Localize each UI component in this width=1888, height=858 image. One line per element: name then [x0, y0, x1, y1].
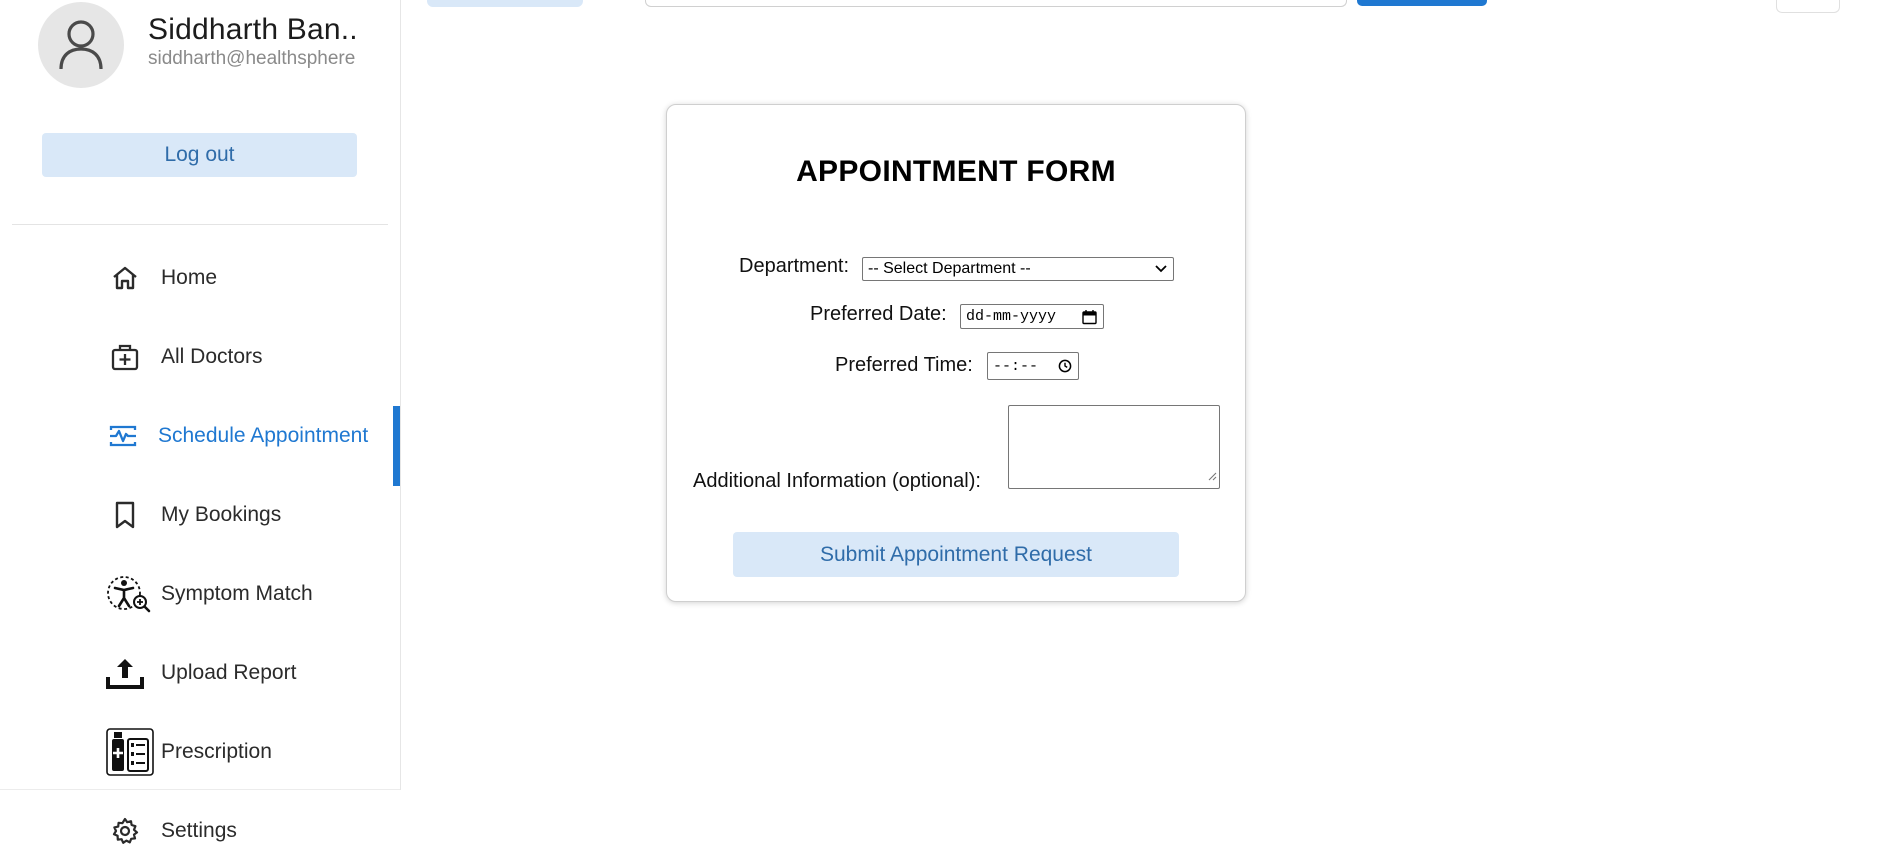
top-nav-button[interactable] — [427, 0, 583, 7]
sidebar-item-symptom-match[interactable]: Symptom Match — [0, 569, 400, 619]
search-button[interactable] — [1357, 0, 1487, 6]
date-placeholder: dd-mm-yyyy — [966, 308, 1057, 325]
sidebar-item-label: Home — [161, 266, 218, 289]
department-select[interactable]: -- Select Department -- — [862, 257, 1174, 281]
home-icon — [105, 258, 145, 298]
top-right-control[interactable] — [1776, 0, 1840, 13]
preferred-time-input[interactable]: --:-- — [987, 352, 1079, 380]
resize-grip-icon[interactable] — [1208, 468, 1217, 486]
sidebar-item-my-bookings[interactable]: My Bookings — [0, 490, 400, 540]
sidebar-item-label: All Doctors — [161, 345, 263, 368]
logout-button[interactable]: Log out — [42, 133, 357, 177]
clock-icon — [1058, 359, 1072, 373]
preferred-date-label: Preferred Date: — [810, 303, 947, 325]
symptom-search-icon — [105, 574, 153, 614]
preferred-date-input[interactable]: dd-mm-yyyy — [960, 304, 1104, 329]
user-name: Siddharth Ban.. — [148, 13, 358, 46]
chevron-down-icon — [1155, 265, 1167, 273]
sidebar-item-label: Settings — [161, 819, 237, 842]
avatar — [38, 2, 124, 88]
bookmark-icon — [105, 495, 145, 535]
sidebar-item-settings[interactable]: Settings — [0, 806, 400, 856]
form-title: APPOINTMENT FORM — [796, 155, 1116, 188]
sidebar-item-upload-report[interactable]: Upload Report — [0, 648, 400, 698]
sidebar-item-all-doctors[interactable]: All Doctors — [0, 332, 400, 382]
sidebar-item-schedule-appointment[interactable]: Schedule Appointment — [0, 406, 400, 486]
calendar-icon — [1082, 309, 1097, 324]
submit-appointment-button[interactable]: Submit Appointment Request — [733, 532, 1179, 577]
sidebar-item-label: Upload Report — [161, 661, 297, 684]
user-profile: Siddharth Ban.. siddharth@healthsphere — [38, 0, 358, 90]
prescription-icon — [105, 727, 155, 777]
time-placeholder: --:-- — [993, 357, 1039, 375]
gear-icon — [105, 811, 145, 851]
sidebar-item-label: My Bookings — [161, 503, 282, 526]
appointment-form-card: APPOINTMENT FORM Department: -- Select D… — [666, 104, 1246, 602]
upload-icon — [105, 653, 145, 693]
sidebar-bottom-divider — [0, 789, 400, 790]
sidebar-divider — [12, 224, 388, 225]
department-select-value: -- Select Department -- — [868, 260, 1031, 277]
active-indicator — [393, 406, 400, 486]
sidebar-item-prescription[interactable]: Prescription — [0, 727, 400, 777]
schedule-pulse-icon — [103, 416, 143, 456]
sidebar-item-label: Prescription — [161, 740, 272, 763]
sidebar: Siddharth Ban.. siddharth@healthsphere L… — [0, 0, 401, 790]
user-icon — [59, 20, 103, 70]
sidebar-item-label: Symptom Match — [161, 582, 313, 605]
sidebar-item-label: Schedule Appointment — [158, 424, 369, 447]
additional-info-textarea[interactable] — [1008, 405, 1220, 489]
department-label: Department: — [739, 255, 850, 277]
preferred-time-label: Preferred Time: — [835, 354, 973, 376]
user-email: siddharth@healthsphere — [148, 48, 356, 69]
medical-kit-icon — [105, 337, 145, 377]
sidebar-item-home[interactable]: Home — [0, 253, 400, 303]
additional-info-label: Additional Information (optional): — [693, 470, 981, 492]
search-input[interactable] — [645, 0, 1347, 7]
